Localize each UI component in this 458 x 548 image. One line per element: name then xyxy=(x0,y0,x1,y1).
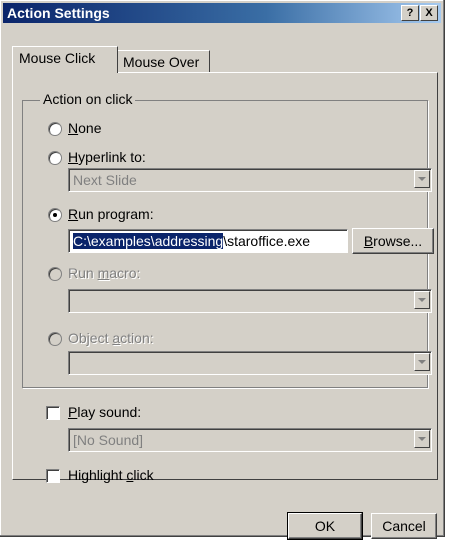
radio-object-action[interactable] xyxy=(48,332,62,346)
play-sound-label: Play sound: xyxy=(68,404,142,420)
radio-run-macro-label: Run macro: xyxy=(68,265,141,281)
hyperlink-dropdown-arrow-icon[interactable] xyxy=(414,170,430,188)
radio-none[interactable] xyxy=(48,122,62,136)
sound-combo[interactable]: [No Sound] xyxy=(68,428,432,452)
cancel-button[interactable]: Cancel xyxy=(371,513,437,539)
macro-dropdown-arrow-icon[interactable] xyxy=(414,291,430,309)
group-legend: Action on click xyxy=(40,91,136,107)
object-action-dropdown-arrow-icon[interactable] xyxy=(414,353,430,371)
ok-button[interactable]: OK xyxy=(287,512,363,540)
hyperlink-combo[interactable]: Next Slide xyxy=(68,168,432,192)
highlight-click-label: Highlight click xyxy=(68,467,154,483)
macro-combo[interactable] xyxy=(68,289,432,313)
tab-mouse-over[interactable]: Mouse Over xyxy=(116,50,210,73)
program-path-selected-text: C:\examples\addressing xyxy=(73,233,224,249)
title-bar[interactable]: Action Settings ? X xyxy=(3,3,441,23)
window-title: Action Settings xyxy=(7,5,110,21)
action-settings-dialog: Action Settings ? X Mouse Click Mouse Ov… xyxy=(0,0,445,540)
program-path-input[interactable]: C:\examples\addressing\staroffice.exe xyxy=(68,229,348,253)
play-sound-checkbox[interactable] xyxy=(46,406,60,420)
close-button[interactable]: X xyxy=(420,5,438,21)
radio-object-action-label: Object action: xyxy=(68,330,154,346)
help-button[interactable]: ? xyxy=(401,5,419,21)
radio-run-program[interactable] xyxy=(48,208,62,222)
object-action-combo[interactable] xyxy=(68,351,432,375)
radio-run-program-label: Run program: xyxy=(68,206,154,222)
sound-dropdown-arrow-icon[interactable] xyxy=(414,430,430,448)
hyperlink-value: Next Slide xyxy=(73,172,137,188)
program-path-rest-text: \staroffice.exe xyxy=(223,233,311,249)
sound-value: [No Sound] xyxy=(73,432,144,448)
browse-button[interactable]: Browse... xyxy=(352,228,434,254)
radio-run-macro[interactable] xyxy=(48,267,62,281)
radio-hyperlink-label: Hyperlink to: xyxy=(68,149,146,165)
radio-hyperlink[interactable] xyxy=(48,151,62,165)
radio-none-label: None xyxy=(68,120,102,136)
tab-mouse-click[interactable]: Mouse Click xyxy=(12,46,118,73)
highlight-click-checkbox[interactable] xyxy=(46,469,60,483)
radio-selected-dot-icon xyxy=(53,213,57,217)
